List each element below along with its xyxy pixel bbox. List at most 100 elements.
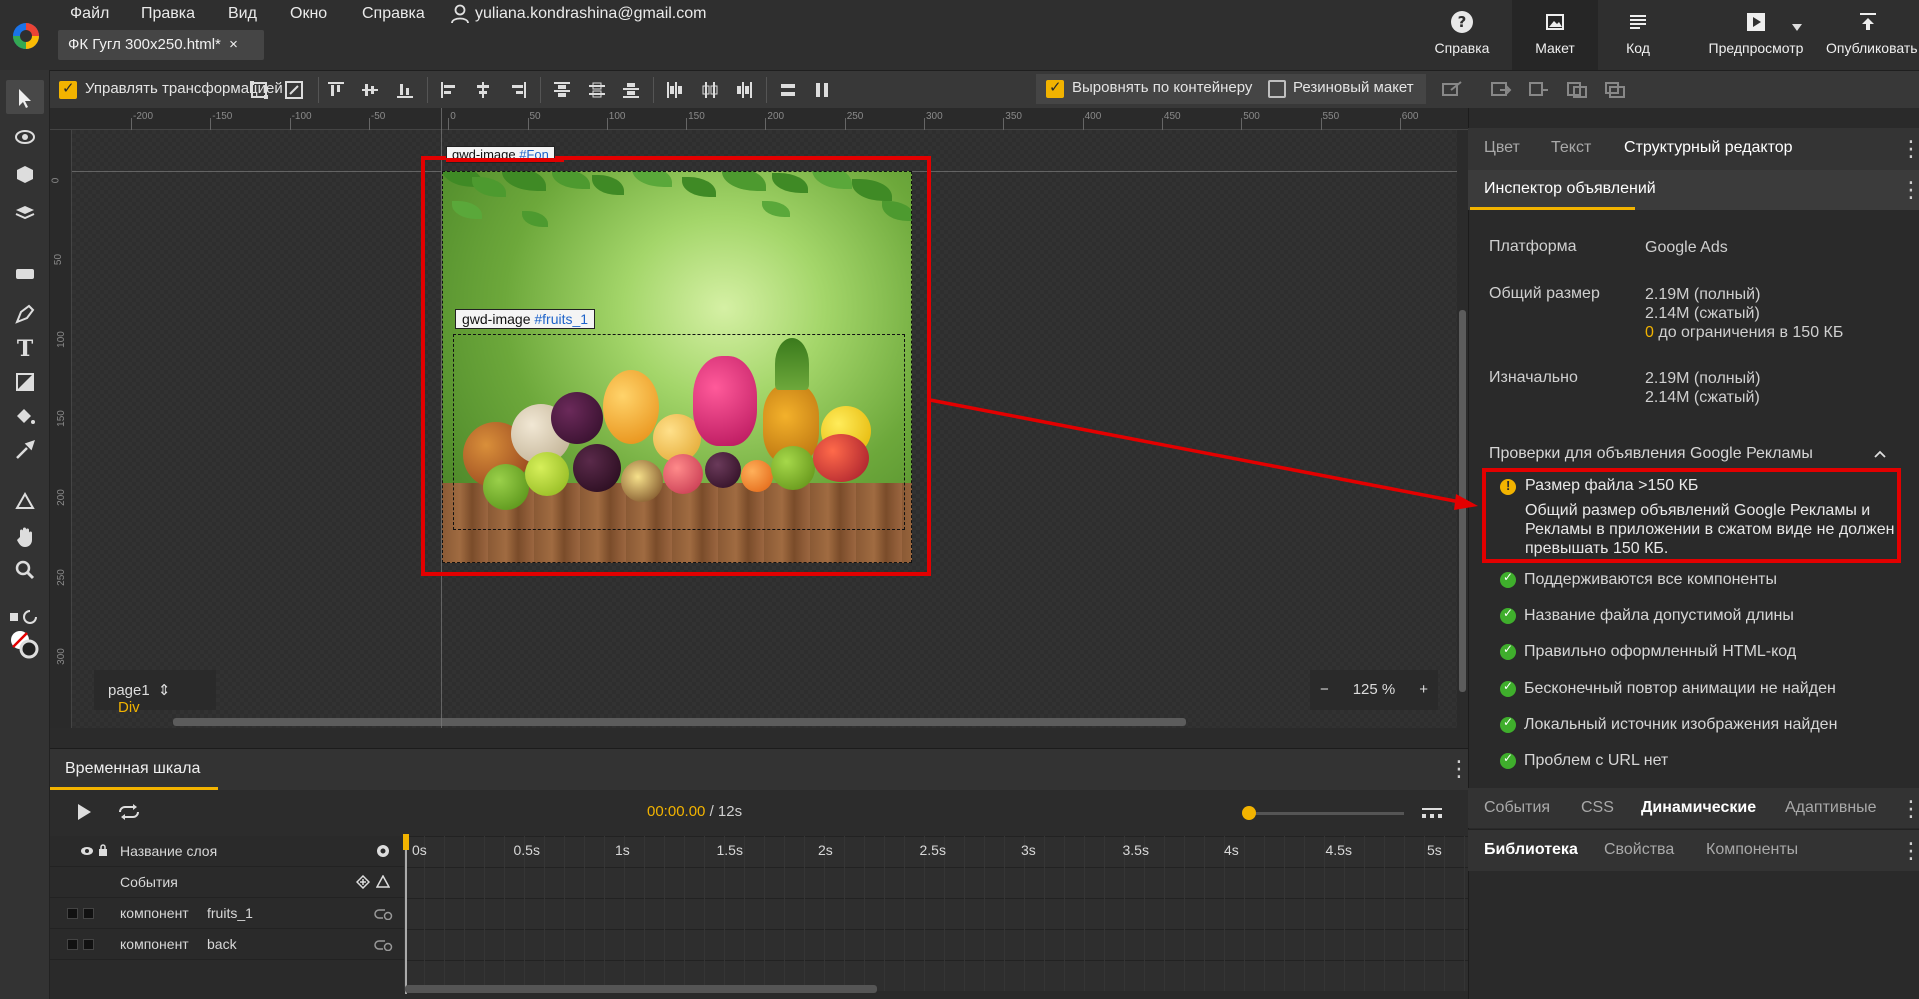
timeline-zoom-knob[interactable] <box>1242 806 1256 820</box>
fruits-element-tag[interactable]: gwd-image #fruits_1 <box>455 309 596 329</box>
align-vertical-center-icon[interactable] <box>360 80 380 100</box>
wrap-element-icon[interactable] <box>1441 80 1465 98</box>
layer-lock-toggle[interactable] <box>83 908 94 919</box>
transform-bounds-icon[interactable] <box>249 80 269 100</box>
timeline-tab[interactable]: Временная шкала <box>50 748 218 790</box>
selected-element-type[interactable]: Div <box>118 699 140 716</box>
convert-to-component-icon[interactable] <box>1566 81 1588 99</box>
tab-library[interactable]: Библиотека <box>1484 841 1578 859</box>
zoom-icon[interactable] <box>13 558 37 582</box>
add-event-icon[interactable] <box>356 875 370 889</box>
panel-more-icon[interactable] <box>1900 136 1919 162</box>
distribute-top-icon[interactable] <box>552 80 572 100</box>
publish-button[interactable]: Опубликовать <box>1826 10 1919 56</box>
tab-outline-editor[interactable]: Структурный редактор <box>1624 139 1793 157</box>
inspector-more-icon[interactable] <box>1900 177 1919 203</box>
align-left-icon[interactable] <box>439 80 459 100</box>
preview-dropdown-icon[interactable] <box>1792 24 1802 32</box>
menu-window[interactable]: Окно <box>290 5 327 23</box>
timeline-more-icon[interactable] <box>1448 756 1470 782</box>
text-icon[interactable]: T <box>13 336 37 360</box>
space-vertical-icon[interactable] <box>778 80 798 100</box>
rubber-layout-checkbox[interactable] <box>1268 80 1286 98</box>
3d-translate-icon[interactable] <box>13 200 37 224</box>
group-icon[interactable] <box>1490 81 1512 99</box>
add-label-icon[interactable] <box>376 875 390 889</box>
menu-help[interactable]: Справка <box>362 5 425 23</box>
layer-row-back[interactable]: компонент back <box>50 929 404 960</box>
layout-mode-button[interactable]: Макет <box>1512 0 1598 70</box>
document-tab[interactable]: ФК Гугл 300x250.html* × <box>58 30 264 60</box>
tag-icon[interactable] <box>13 262 37 286</box>
tab-events[interactable]: События <box>1484 799 1550 817</box>
zoom-level[interactable]: 125 % <box>1353 681 1396 699</box>
tab-text[interactable]: Текст <box>1551 139 1591 157</box>
layer-visibility-toggle[interactable] <box>67 908 78 919</box>
zoom-out-button[interactable]: − <box>1320 681 1329 699</box>
eyedropper-icon[interactable] <box>13 438 37 462</box>
pen-icon[interactable] <box>13 302 37 326</box>
playhead-handle[interactable] <box>403 834 409 850</box>
tab-dynamic[interactable]: Динамические <box>1641 799 1756 817</box>
menu-view[interactable]: Вид <box>228 5 257 23</box>
timeline-grid[interactable] <box>404 836 1468 991</box>
select-icon[interactable] <box>13 86 37 110</box>
lock-icon[interactable] <box>98 844 108 856</box>
timeline-zoom-slider[interactable] <box>1244 812 1404 815</box>
playhead-line[interactable] <box>405 836 407 994</box>
fill-stroke-colors-icon[interactable] <box>8 628 40 660</box>
shape-icon[interactable] <box>13 370 37 394</box>
3d-rotate-icon[interactable] <box>13 125 37 149</box>
layer-link-icon[interactable] <box>373 939 393 951</box>
hand-icon[interactable] <box>13 525 37 549</box>
help-button[interactable]: ? Справка <box>1430 10 1494 56</box>
ad-inspector-tab[interactable]: Инспектор объявлений <box>1484 180 1656 198</box>
tab-properties[interactable]: Свойства <box>1604 841 1674 859</box>
tab-css[interactable]: CSS <box>1581 799 1614 817</box>
fit-container-checkbox[interactable] <box>1046 78 1064 98</box>
layer-visibility-toggle[interactable] <box>67 939 78 950</box>
align-bottom-icon[interactable] <box>395 80 415 100</box>
close-tab-icon[interactable]: × <box>229 36 238 53</box>
stage-horizontal-scroll-thumb[interactable] <box>173 718 1186 726</box>
distribute-vertical-center-icon[interactable] <box>587 80 607 100</box>
layer-lock-toggle[interactable] <box>83 939 94 950</box>
library-more-icon[interactable] <box>1900 838 1919 864</box>
3d-stage-icon[interactable] <box>13 490 37 514</box>
scale-transform-icon[interactable] <box>284 80 304 100</box>
zoom-in-button[interactable]: + <box>1419 681 1428 699</box>
duplicate-component-icon[interactable] <box>1604 81 1626 99</box>
distribute-right-icon[interactable] <box>734 80 754 100</box>
layer-row-fruits[interactable]: компонент fruits_1 <box>50 898 404 929</box>
menu-file[interactable]: Файл <box>70 5 109 23</box>
distribute-bottom-icon[interactable] <box>621 80 641 100</box>
gear-icon[interactable] <box>375 843 391 859</box>
align-top-icon[interactable] <box>326 80 346 100</box>
page-switch-icon[interactable]: ⇕ <box>158 682 171 699</box>
distribute-horizontal-center-icon[interactable] <box>700 80 720 100</box>
swap-colors-icon[interactable] <box>8 605 42 629</box>
google-ads-checks-header[interactable]: Проверки для объявления Google Рекламы <box>1489 445 1813 463</box>
timeline-horizontal-scroll-thumb[interactable] <box>405 985 877 993</box>
timeline-options-icon[interactable] <box>1420 806 1444 820</box>
tab-color[interactable]: Цвет <box>1484 139 1520 157</box>
preview-button[interactable]: Предпросмотр <box>1700 10 1812 56</box>
tab-components[interactable]: Компоненты <box>1706 841 1798 859</box>
menu-edit[interactable]: Правка <box>141 5 195 23</box>
loop-icon[interactable] <box>116 803 142 821</box>
eye-icon[interactable] <box>80 846 94 856</box>
account-menu[interactable]: yuliana.kondrashina@gmail.com <box>451 4 706 24</box>
code-mode-button[interactable]: Код <box>1612 10 1664 56</box>
layer-link-icon[interactable] <box>373 908 393 920</box>
space-horizontal-icon[interactable] <box>812 80 832 100</box>
align-right-icon[interactable] <box>508 80 528 100</box>
manage-transform-checkbox[interactable] <box>59 79 77 99</box>
chevron-up-icon[interactable] <box>1874 450 1886 458</box>
page-selector[interactable]: page1 ⇕ Div <box>94 670 216 716</box>
properties-more-icon[interactable] <box>1900 796 1919 822</box>
align-horizontal-center-icon[interactable] <box>473 80 493 100</box>
ungroup-icon[interactable] <box>1528 81 1550 99</box>
distribute-left-icon[interactable] <box>665 80 685 100</box>
current-time[interactable]: 00:00.00 <box>647 803 705 820</box>
stage-vertical-scroll-thumb[interactable] <box>1459 310 1466 692</box>
